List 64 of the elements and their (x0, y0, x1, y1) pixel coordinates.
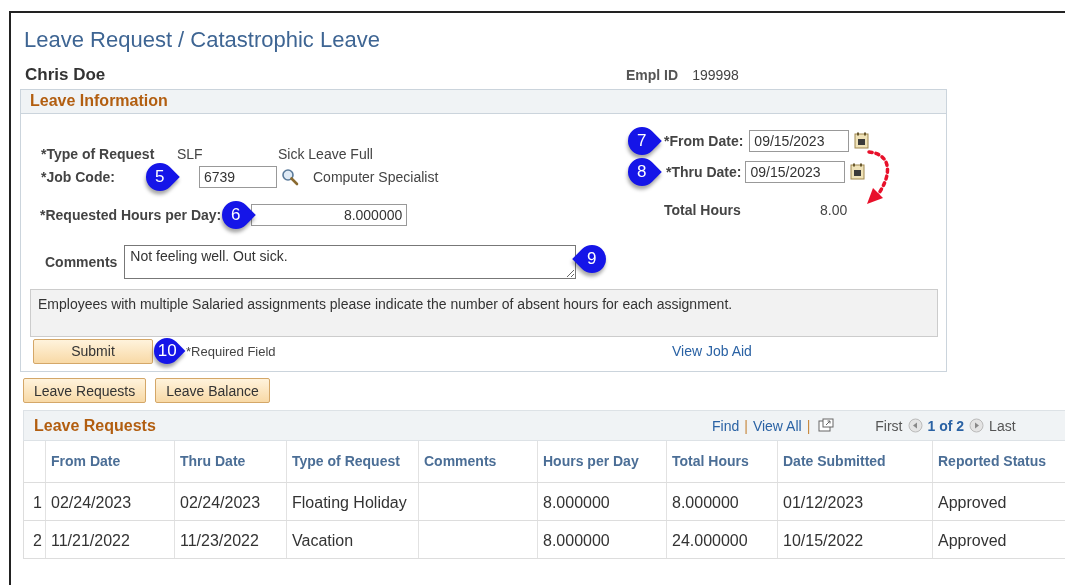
calendar-icon[interactable] (854, 132, 871, 149)
required-field-note: *Required Field (186, 343, 277, 359)
field-value: Sick Leave Full (278, 145, 373, 162)
field-value: SLF (177, 145, 204, 162)
table-cell: 11/21/2022 (45, 520, 175, 558)
field-label: *From Date: (664, 132, 744, 149)
field-label: *Thru Date: (666, 163, 742, 180)
table-cell: 02/24/2023 (174, 482, 287, 520)
last-label: Last (989, 417, 1016, 434)
column-header: Hours per Day (537, 441, 667, 482)
next-icon[interactable] (969, 418, 985, 433)
table-cell: Vacation (286, 520, 419, 558)
tab-button[interactable]: Leave Balance (155, 378, 270, 403)
view-all-link[interactable]: View All (752, 417, 802, 434)
search-icon[interactable] (281, 168, 299, 186)
field-label: *Requested Hours per Day: (40, 207, 222, 223)
table-cell: 11/23/2022 (174, 520, 287, 558)
hours-field[interactable]: 8.000000 (251, 204, 408, 226)
tab-button[interactable]: Leave Requests (23, 378, 147, 403)
section-header: Leave Information (21, 90, 946, 114)
table-cell: 8.000000 (666, 482, 778, 520)
column-header: Type of Request (286, 441, 419, 482)
column-header: Reported Status (932, 441, 1065, 482)
field-label: Total Hours (664, 202, 742, 218)
table-cell: Floating Holiday (286, 482, 419, 520)
separator: | (744, 417, 748, 434)
empl-id-value: 199998 (692, 67, 739, 83)
column-header: Date Submitted (777, 441, 933, 482)
job-code-field[interactable]: 6739 (199, 166, 277, 188)
first-label: First (875, 417, 903, 434)
table-cell: 10/15/2022 (777, 520, 933, 558)
find-link[interactable]: Find (712, 417, 740, 434)
new-window-icon[interactable] (818, 418, 835, 433)
employee-name: Chris Doe (25, 65, 107, 85)
table-cell: 02/24/2023 (45, 482, 175, 520)
table-cell: 24.000000 (666, 520, 778, 558)
page-title: Leave Request / Catastrophic Leave (24, 27, 381, 53)
separator: | (806, 417, 811, 434)
info-note: Employees with multiple Salaried assignments please indicate the number of absent hours for each assignment. (30, 289, 938, 337)
table-cell: 8.000000 (537, 482, 667, 520)
column-header: Total Hours (666, 441, 778, 482)
page-indicator: 1 of 2 (927, 417, 965, 434)
grid-title: Leave Requests (34, 416, 156, 435)
row-number: 2 (23, 520, 46, 558)
field-label: *Job Code: (41, 169, 116, 185)
view-job-aid-link[interactable]: View Job Aid (672, 343, 752, 359)
field-value: 8.00 (820, 202, 848, 218)
empl-id-label: Empl ID (626, 67, 679, 83)
table-cell: 01/12/2023 (777, 482, 933, 520)
comments-field[interactable]: Not feeling well. Out sick. (124, 245, 577, 279)
column-header: Comments (418, 441, 538, 482)
table-cell: Approved (932, 482, 1065, 520)
table-cell: 8.000000 (537, 520, 667, 558)
column-header: Thru Date (174, 441, 287, 482)
row-number: 1 (23, 482, 46, 520)
submit-button[interactable]: Submit (33, 338, 153, 364)
calendar-icon[interactable] (850, 163, 867, 180)
field-value: Computer Specialist (313, 169, 439, 185)
previous-icon[interactable] (907, 418, 923, 433)
table-cell: Approved (932, 520, 1065, 558)
field-label: Comments (45, 254, 118, 270)
date-field[interactable]: 09/15/2023 (749, 129, 850, 152)
date-field[interactable]: 09/15/2023 (745, 160, 846, 183)
column-header: From Date (45, 441, 175, 482)
